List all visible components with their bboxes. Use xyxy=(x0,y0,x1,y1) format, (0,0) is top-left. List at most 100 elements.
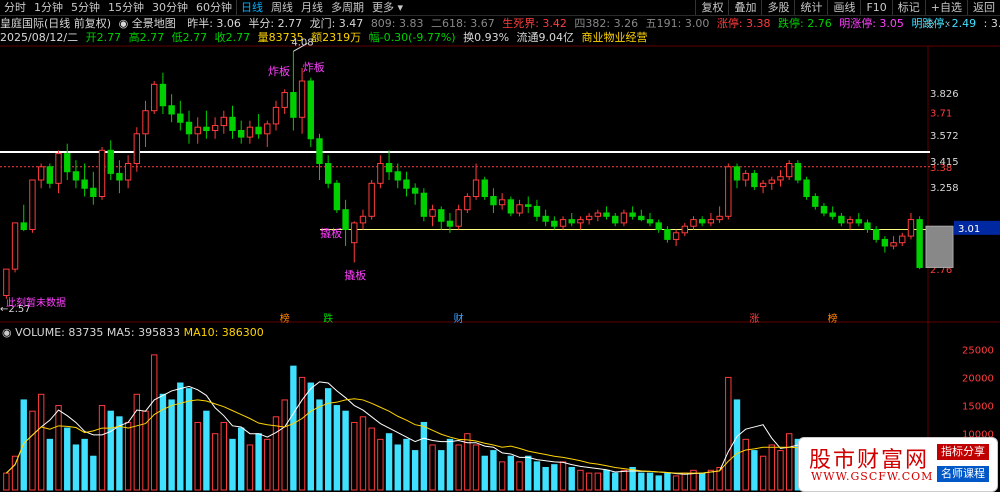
candle-body xyxy=(133,133,141,165)
volume-bar xyxy=(551,464,558,491)
ma5-value: MA5: 395833 xyxy=(106,326,181,339)
panorama-map-link[interactable]: ◉ 全景地图 xyxy=(119,17,180,30)
candle-body xyxy=(568,219,575,224)
collapse-chevron-icon[interactable]: ‹ xyxy=(946,17,950,30)
candle-body xyxy=(559,219,567,227)
volume-bar xyxy=(324,388,332,491)
candle-body xyxy=(64,153,71,173)
event-mark: 财 xyxy=(454,312,464,325)
volume-bar xyxy=(655,475,662,491)
tab-10[interactable]: 更多 ▾ xyxy=(368,0,407,15)
quote-info-line: 2025/08/12/二 开2.77 高2.77 低2.77 收2.77 量83… xyxy=(0,31,1000,45)
toolbar-button-2[interactable]: 多股 xyxy=(761,0,794,15)
candle-body xyxy=(142,110,149,135)
quote-industry[interactable]: 商业物业经营 xyxy=(582,31,648,44)
toolbar-button-8[interactable]: 返回 xyxy=(967,0,1000,15)
candlestick-chart[interactable]: 4.08炸板 炸板撬板撬板←2.57此刻暂未数据榜跌财涨榜 3.8263.713.… xyxy=(0,0,1000,492)
price-axis-label: 3.572 xyxy=(930,131,959,142)
toolbar-button-4[interactable]: 画线 xyxy=(827,0,860,15)
candle-body xyxy=(455,209,462,227)
qiaoban-label-2: 撬板 xyxy=(344,268,366,282)
candle-body xyxy=(359,215,367,224)
tab-6[interactable]: 日线 xyxy=(236,0,267,15)
limit-down-value: 跌停: 2.76 xyxy=(778,17,832,30)
candle-body xyxy=(785,163,793,178)
zhaban-label-2: 炸板 xyxy=(303,60,325,74)
stock-name[interactable]: 皇庭国际(日线 前复权) xyxy=(0,17,111,30)
volume-settings-icon[interactable]: ◉ xyxy=(2,326,15,339)
tab-9[interactable]: 多周期 xyxy=(327,0,368,15)
volume-bar xyxy=(742,438,749,491)
candle-body xyxy=(20,222,27,230)
candle-body xyxy=(638,215,645,221)
quote-volume: 量83735 xyxy=(257,31,304,44)
tab-1[interactable]: 1分钟 xyxy=(30,0,67,15)
candle-body xyxy=(194,126,201,135)
candle-body xyxy=(742,172,749,181)
current-price-tag xyxy=(954,220,1000,235)
volume-bar xyxy=(151,354,158,491)
candle-body xyxy=(585,215,593,221)
volume-bar xyxy=(81,438,88,491)
volume-bar xyxy=(55,405,62,491)
candle-body xyxy=(577,219,584,224)
candle-body xyxy=(420,192,428,217)
watermark-badge-indicators: 指标分享 xyxy=(937,444,989,460)
volume-bar xyxy=(490,450,497,491)
volume-bar xyxy=(385,433,393,491)
tab-2[interactable]: 5分钟 xyxy=(67,0,104,15)
candle-body xyxy=(838,215,845,224)
candle-body xyxy=(333,182,341,211)
tab-0[interactable]: 分时 xyxy=(0,0,30,15)
tab-3[interactable]: 15分钟 xyxy=(104,0,148,15)
volume-bar xyxy=(525,455,532,491)
toolbar-button-5[interactable]: F10 xyxy=(860,0,891,15)
candle-body xyxy=(707,219,715,224)
candle-body xyxy=(812,196,819,207)
panorama-label: 全景地图 xyxy=(131,17,176,30)
volume-bar xyxy=(133,393,141,491)
quote-float-cap: 流通9.04亿 xyxy=(516,31,575,44)
volume-bar xyxy=(481,455,488,491)
volume-bar xyxy=(238,427,245,491)
toolbar-button-3[interactable]: 统计 xyxy=(794,0,827,15)
next-limit-down-value: 明跌停: 2.49 xyxy=(911,17,977,30)
volume-bar xyxy=(3,472,10,491)
event-mark: 榜 xyxy=(828,312,838,325)
candle-body xyxy=(820,205,828,214)
volume-bar xyxy=(264,438,271,491)
volume-bar xyxy=(559,461,567,491)
volume-bar xyxy=(411,450,419,491)
toolbar-button-7[interactable]: +自选 xyxy=(924,0,967,15)
ma10-line xyxy=(6,398,920,474)
tab-5[interactable]: 60分钟 xyxy=(192,0,236,15)
tab-4[interactable]: 30分钟 xyxy=(148,0,192,15)
quote-amount: 额2319万 xyxy=(311,31,362,44)
event-mark: 榜 xyxy=(280,312,290,325)
toolbar-button-0[interactable]: 复权 xyxy=(695,0,728,15)
candle-body xyxy=(3,268,10,297)
toolbar-button-1[interactable]: 叠加 xyxy=(728,0,761,15)
candle-body xyxy=(281,92,288,108)
price-axis-label: 3.71 xyxy=(930,108,952,119)
candle-body xyxy=(498,199,506,206)
tab-8[interactable]: 月线 xyxy=(297,0,327,15)
settings-diamond-icon[interactable]: ◇ xyxy=(926,17,934,30)
volume-bar xyxy=(733,399,741,491)
toolbar-button-6[interactable]: 标记 xyxy=(891,0,925,15)
volume-bar xyxy=(716,466,723,491)
candle-body xyxy=(907,219,915,237)
candle-body xyxy=(385,163,393,173)
candle-body xyxy=(29,179,36,230)
tab-7[interactable]: 周线 xyxy=(267,0,297,15)
life-death-line-value: 生死界: 3.42 xyxy=(502,17,567,30)
volume-bar xyxy=(351,421,358,491)
volume-bar xyxy=(72,444,80,491)
volume-bar xyxy=(464,433,471,491)
candle-body xyxy=(324,163,332,184)
volume-bar xyxy=(298,376,306,491)
level-1-value: 809: 3.83 xyxy=(370,17,424,30)
candle-body xyxy=(411,187,419,194)
volume-bar xyxy=(681,472,688,491)
candle-body xyxy=(446,220,454,227)
